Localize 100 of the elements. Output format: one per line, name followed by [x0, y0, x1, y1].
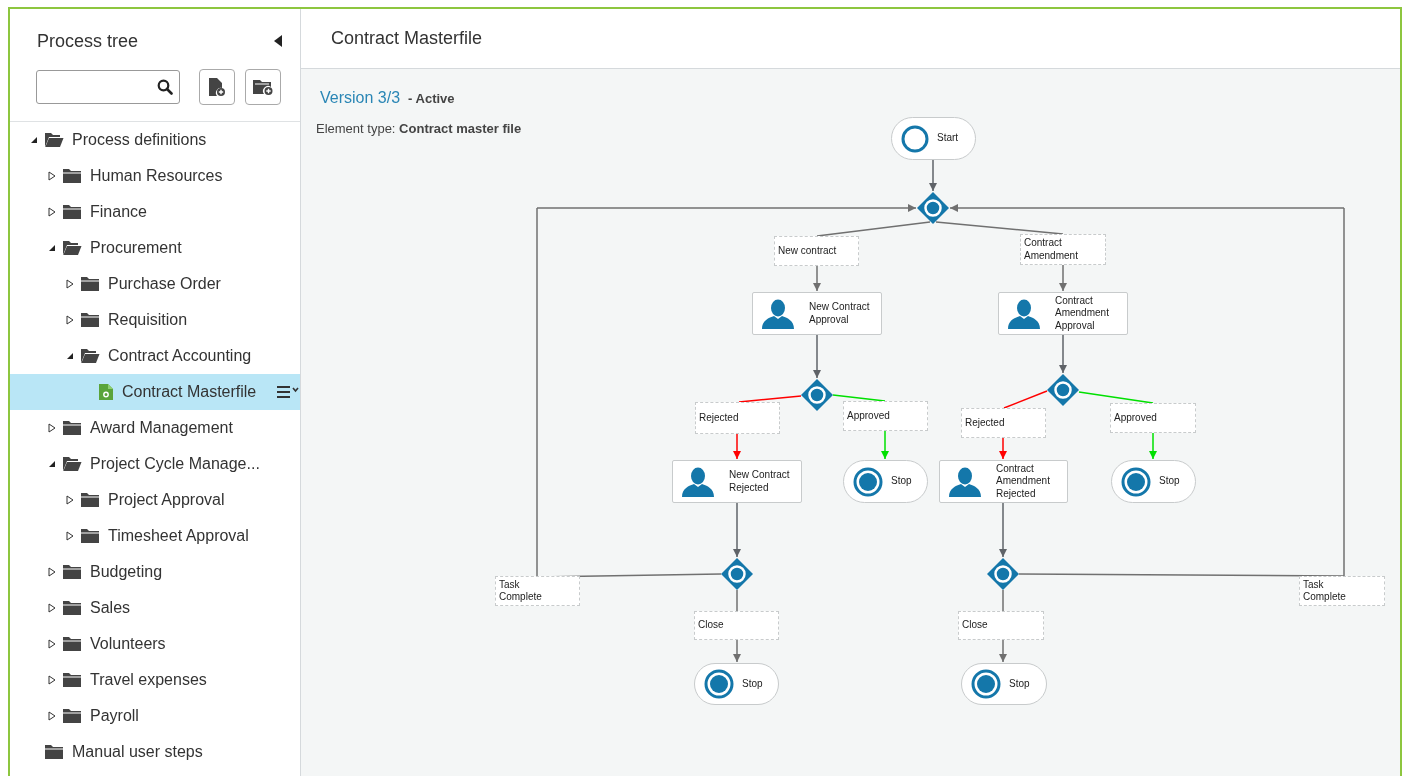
search-field[interactable] — [36, 70, 180, 104]
panel-title: Process tree — [37, 30, 139, 52]
connector-arrow — [813, 334, 821, 379]
file-add-icon — [208, 77, 226, 97]
person-icon — [1007, 298, 1041, 329]
gateway-icon — [721, 558, 753, 590]
person-icon — [948, 466, 982, 497]
node-label: Start — [937, 132, 959, 145]
tree-item[interactable]: Human Resources — [10, 158, 300, 194]
element-type-text: Element type: Contract master file — [316, 121, 523, 136]
expand-arrow-icon[interactable] — [66, 495, 74, 505]
condition-label: New contract — [774, 236, 859, 266]
collapse-arrow-icon[interactable] — [48, 460, 56, 468]
node-label: New Contract Approval — [809, 301, 870, 326]
condition-label: Task Complete — [1299, 576, 1385, 606]
tree-item[interactable]: Sales — [10, 590, 300, 626]
tree-label: Contract Masterfile — [122, 383, 257, 401]
expand-arrow-icon[interactable] — [66, 315, 74, 325]
tree-label: Award Management — [90, 419, 233, 437]
version-link[interactable]: Version 3/3 — [320, 89, 401, 107]
folder-icon — [80, 492, 100, 508]
expand-arrow-icon[interactable] — [48, 423, 56, 433]
tree-label: Budgeting — [90, 563, 163, 581]
tree-label: Sales — [90, 599, 131, 617]
tree-item[interactable]: Award Management — [10, 410, 300, 446]
expand-arrow-icon[interactable] — [48, 711, 56, 721]
folder-icon — [62, 636, 82, 652]
folder-icon — [62, 168, 82, 184]
tree-label: Project Approval — [108, 491, 225, 509]
collapse-icon[interactable] — [274, 35, 282, 47]
connector-arrow — [733, 502, 741, 558]
expand-arrow-icon[interactable] — [66, 279, 74, 289]
folder-icon — [80, 528, 100, 544]
expand-arrow-icon[interactable] — [66, 531, 74, 541]
person-icon — [761, 298, 795, 329]
tree-item[interactable]: Purchase Order — [10, 266, 300, 302]
tree-item[interactable]: Travel expenses — [10, 662, 300, 698]
tree-label: Travel expenses — [90, 671, 207, 689]
tree-label: Finance — [90, 203, 147, 221]
condition-label: Contract Amendment — [1020, 234, 1106, 265]
tree-item[interactable]: Manual user steps — [10, 734, 300, 770]
node-label: Stop — [1009, 677, 1030, 691]
tree-item[interactable]: Requisition — [10, 302, 300, 338]
end-event-icon — [1121, 466, 1151, 497]
new-folder-button[interactable] — [245, 69, 281, 105]
tree-item[interactable]: Timesheet Approval — [10, 518, 300, 554]
open-folder-icon — [62, 240, 82, 256]
open-folder-icon — [44, 132, 64, 148]
tree-label: Manual user steps — [72, 743, 203, 761]
expand-arrow-icon[interactable] — [48, 639, 56, 649]
expand-arrow-icon[interactable] — [48, 207, 56, 217]
folder-add-icon — [252, 78, 274, 96]
end-event-icon — [971, 669, 1001, 699]
condition-label: Close — [694, 611, 779, 640]
collapse-arrow-icon[interactable] — [66, 352, 74, 360]
folder-icon — [44, 744, 64, 760]
tree-item[interactable]: Payroll — [10, 698, 300, 734]
gateway-icon — [1047, 374, 1079, 406]
connector-arrow — [999, 502, 1007, 558]
collapse-arrow-icon[interactable] — [30, 136, 38, 144]
page-title: Contract Masterfile — [331, 28, 483, 49]
tree-item[interactable]: Contract Masterfile — [10, 374, 300, 410]
tree-label: Payroll — [90, 707, 139, 725]
connector-arrow — [1059, 334, 1067, 374]
node-label: New Contract Rejected — [729, 469, 790, 494]
connector-arrow — [929, 159, 937, 192]
end-event-icon — [704, 669, 734, 699]
gateway-icon — [917, 192, 949, 224]
tree-item[interactable]: Budgeting — [10, 554, 300, 590]
gateway-icon — [801, 379, 833, 411]
tree-item[interactable]: Procurement — [10, 230, 300, 266]
node-label: Contract Amendment Approval — [1055, 294, 1109, 333]
file-icon — [98, 383, 114, 401]
end-event-icon — [853, 466, 883, 497]
new-file-button[interactable] — [199, 69, 235, 105]
tree-item[interactable]: Volunteers — [10, 626, 300, 662]
tree-item[interactable]: Project Approval — [10, 482, 300, 518]
tree-label: Procurement — [90, 239, 182, 257]
expand-arrow-icon[interactable] — [48, 567, 56, 577]
expand-arrow-icon[interactable] — [48, 603, 56, 613]
folder-icon — [62, 708, 82, 724]
open-folder-icon — [62, 456, 82, 472]
tree-label: Volunteers — [90, 635, 166, 653]
tree-item[interactable]: Finance — [10, 194, 300, 230]
condition-label: Approved — [1110, 403, 1196, 433]
folder-icon — [62, 600, 82, 616]
expand-arrow-icon[interactable] — [48, 171, 56, 181]
tree-label: Timesheet Approval — [108, 527, 249, 545]
node-label: Stop — [1159, 475, 1180, 488]
tree-item[interactable]: Process definitions — [10, 122, 300, 158]
folder-icon — [62, 564, 82, 580]
node-label: Contract Amendment Rejected — [996, 462, 1050, 501]
tree-item[interactable]: Project Cycle Manage... — [10, 446, 300, 482]
collapse-arrow-icon[interactable] — [48, 244, 56, 252]
row-menu-icon[interactable] — [276, 385, 300, 399]
start-event-icon — [901, 124, 929, 153]
folder-icon — [80, 312, 100, 328]
version-status: - Active — [408, 91, 455, 106]
expand-arrow-icon[interactable] — [48, 675, 56, 685]
tree-item[interactable]: Contract Accounting — [10, 338, 300, 374]
